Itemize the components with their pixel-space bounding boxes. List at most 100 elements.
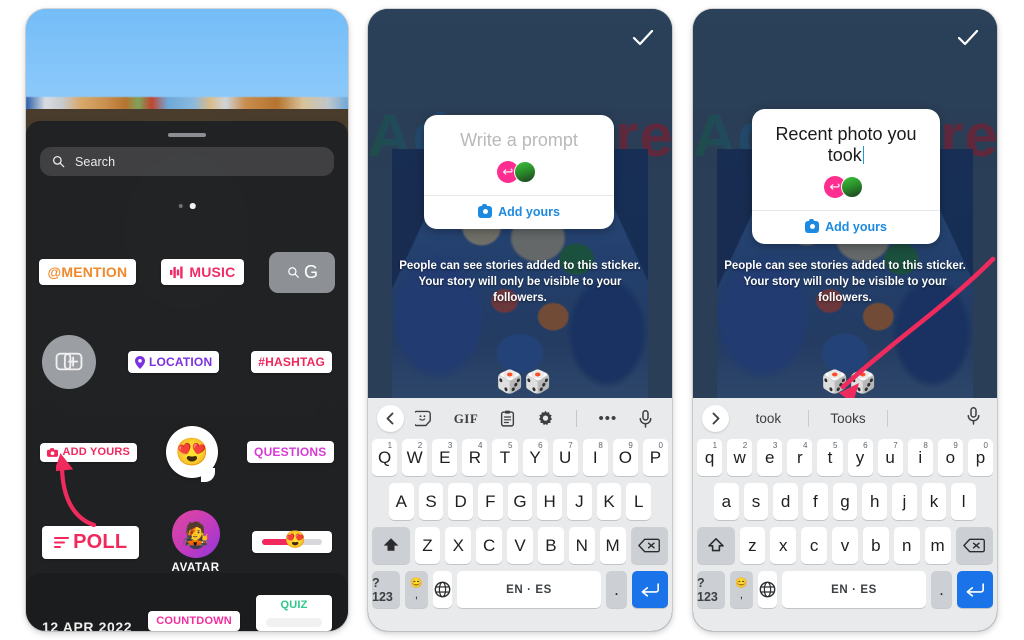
backspace-key[interactable] [630,527,669,564]
sticker-gif-search[interactable]: G [269,251,336,293]
key-u[interactable]: U7 [552,439,578,476]
key-m[interactable]: M [599,527,626,564]
slider-knob-emoji[interactable]: 😍 [285,530,306,550]
clipboard-icon[interactable] [500,410,515,427]
page-dot-2-active[interactable] [189,203,196,209]
key-g[interactable]: g [832,483,858,520]
key-e[interactable]: E3 [432,439,458,476]
key-w[interactable]: w2 [727,439,753,476]
shift-key[interactable] [372,527,410,564]
sticker-emoji-slider[interactable]: 😍 [251,530,332,553]
sticker-music[interactable]: MUSIC [161,259,245,285]
key-p[interactable]: p0 [967,439,993,476]
key-q[interactable]: q1 [697,439,723,476]
sticker-questions[interactable]: QUESTIONS [247,441,334,463]
sticker-poll[interactable]: POLL [42,525,140,559]
sticker-hashtag[interactable]: #HASHTAG [251,351,333,373]
space-key[interactable]: EN · ES [456,571,602,608]
sticker-avatar[interactable]: 🧑‍🎤 AVATAR [172,510,220,574]
sticker-prompt-text[interactable]: Recent photo you took [766,124,926,166]
key-x[interactable]: X [445,527,472,564]
key-s[interactable]: S [418,483,444,520]
period-key[interactable]: . [606,571,627,608]
key-b[interactable]: b [862,527,889,564]
key-o[interactable]: o9 [937,439,963,476]
key-x[interactable]: x [770,527,797,564]
key-u[interactable]: u7 [877,439,903,476]
microphone-icon[interactable] [967,407,988,430]
confirm-checkmark-button[interactable] [955,25,981,51]
key-l[interactable]: l [951,483,977,520]
key-q[interactable]: Q1 [372,439,398,476]
key-n[interactable]: N [568,527,595,564]
key-t[interactable]: T5 [492,439,518,476]
key-a[interactable]: A [388,483,414,520]
sticker-add-yours[interactable]: ADD YOURS [40,442,138,462]
key-l[interactable]: L [626,483,652,520]
sticker-add-yours-cta[interactable]: Add yours [424,196,614,229]
sticker-add-photo[interactable] [41,335,96,389]
key-y[interactable]: Y6 [522,439,548,476]
key-n[interactable]: n [893,527,920,564]
numeric-key[interactable]: ?123 [372,571,401,608]
key-g[interactable]: G [507,483,533,520]
key-v[interactable]: V [507,527,533,564]
microphone-icon[interactable] [639,409,652,428]
key-v[interactable]: v [832,527,858,564]
page-dot-1[interactable] [178,203,183,208]
key-h[interactable]: H [537,483,563,520]
add-yours-sticker[interactable]: Recent photo you took ↩ Add yours [752,109,940,245]
key-c[interactable]: c [801,527,828,564]
suggestion-2[interactable]: Tooks [809,411,888,426]
search-input[interactable]: Search [40,147,334,176]
key-h[interactable]: h [862,483,888,520]
key-i[interactable]: i8 [907,439,933,476]
key-f[interactable]: f [803,483,828,520]
sticker-mention[interactable]: @MENTION [38,259,137,285]
key-k[interactable]: k [921,483,947,520]
key-e[interactable]: e3 [757,439,783,476]
key-f[interactable]: F [478,483,503,520]
key-o[interactable]: O9 [612,439,638,476]
globe-key[interactable] [757,571,777,608]
key-c[interactable]: C [476,527,503,564]
enter-key[interactable] [631,571,668,608]
key-j[interactable]: J [567,483,592,520]
key-z[interactable]: z [739,527,766,564]
chevron-right-icon[interactable] [702,405,729,432]
key-z[interactable]: Z [414,527,441,564]
key-p[interactable]: P0 [642,439,668,476]
shift-key[interactable] [697,527,735,564]
sticker-emoji-reaction[interactable]: 😍 [166,426,219,482]
numeric-key[interactable]: ?123 [697,571,726,608]
key-a[interactable]: a [713,483,739,520]
dice-emoji-sticker[interactable]: 🎲🎲 [821,369,878,395]
gif-icon[interactable]: GIF [454,411,479,427]
emoji-comma-key[interactable]: 😊 , [730,571,753,608]
backspace-key[interactable] [955,527,994,564]
key-w[interactable]: W2 [402,439,428,476]
key-b[interactable]: B [537,527,564,564]
sticker-location[interactable]: LOCATION [127,351,220,373]
more-options-icon[interactable]: ••• [599,410,618,427]
key-i[interactable]: I8 [582,439,608,476]
key-d[interactable]: d [773,483,798,520]
period-key[interactable]: . [931,571,952,608]
confirm-checkmark-button[interactable] [630,25,656,51]
back-chevron-icon[interactable] [377,405,404,432]
key-j[interactable]: j [892,483,917,520]
enter-key[interactable] [956,571,993,608]
sticker-prompt-text[interactable]: Write a prompt [460,130,578,151]
key-d[interactable]: D [448,483,473,520]
key-t[interactable]: t5 [817,439,843,476]
sticker-smiley-icon[interactable] [414,410,432,427]
date-sticker[interactable]: 12 APR 2022 [42,619,132,631]
key-r[interactable]: R4 [462,439,488,476]
sheet-grabber-handle[interactable] [168,133,206,137]
suggestion-1[interactable]: took [729,411,808,426]
add-yours-sticker[interactable]: Write a prompt ↩ Add yours [424,115,614,230]
globe-key[interactable] [432,571,452,608]
space-key[interactable]: EN · ES [781,571,927,608]
sticker-countdown[interactable]: COUNTDOWN [148,611,240,631]
sticker-quiz[interactable]: QUIZ [256,595,332,631]
